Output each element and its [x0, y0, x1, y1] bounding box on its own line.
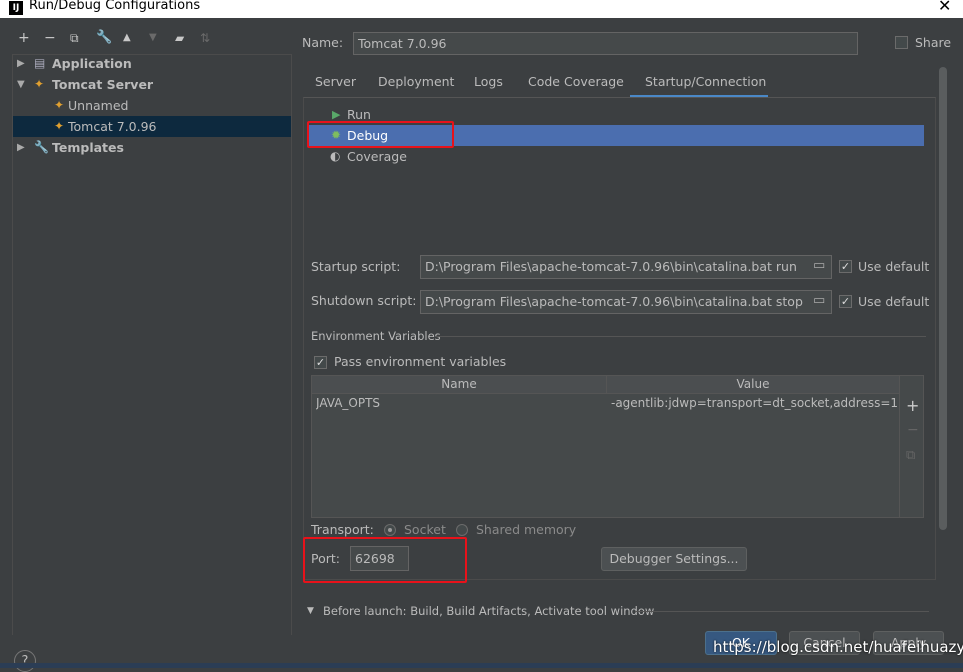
- window-title: Run/Debug Configurations: [29, 0, 201, 13]
- tree-item-label: Tomcat Server: [52, 77, 154, 92]
- shutdown-use-default-label: Use default: [858, 294, 930, 309]
- socket-label: Socket: [404, 522, 446, 537]
- add-icon[interactable]: +: [18, 30, 30, 46]
- env-row-value[interactable]: -agentlib:jdwp=transport=dt_socket,addre…: [611, 396, 898, 410]
- env-table-header: Name Value: [312, 376, 899, 394]
- env-table[interactable]: Name Value JAVA_OPTS -agentlib:jdwp=tran…: [311, 375, 924, 518]
- add-env-icon[interactable]: +: [906, 396, 919, 415]
- mode-label: Coverage: [347, 149, 407, 164]
- startup-script-field[interactable]: D:\Program Files\apache-tomcat-7.0.96\bi…: [420, 255, 832, 279]
- close-icon[interactable]: ✕: [938, 0, 951, 15]
- sort-icon[interactable]: ⇅: [200, 30, 210, 46]
- wrench-icon[interactable]: 🔧: [96, 30, 112, 46]
- copy-env-icon[interactable]: ⧉: [906, 448, 915, 463]
- tree-item-label: Unnamed: [68, 98, 129, 113]
- startup-use-default-label: Use default: [858, 259, 930, 274]
- browse-folder-icon[interactable]: ▭: [813, 258, 825, 273]
- collapse-arrow-icon[interactable]: ▼: [17, 74, 25, 95]
- socket-radio[interactable]: [384, 524, 396, 536]
- pass-env-checkbox[interactable]: ✓: [314, 356, 327, 369]
- tomcat-icon: ✦: [54, 119, 65, 133]
- title-bar: IJ Run/Debug Configurations ✕: [0, 0, 963, 18]
- column-header-value[interactable]: Value: [607, 376, 899, 393]
- tree-item-unnamed[interactable]: ✦ Unnamed: [13, 95, 291, 116]
- tree-item-label: Application: [52, 56, 132, 71]
- tab-server[interactable]: Server: [315, 70, 356, 94]
- section-divider: [436, 336, 926, 337]
- config-sidebar: + − ⧉ 🔧 ▲ ▼ ▰ ⇅ ▶ ▤ Application ▼ ✦ Tomc…: [0, 18, 296, 672]
- move-down-icon[interactable]: ▼: [149, 30, 157, 46]
- scrollbar[interactable]: [939, 67, 947, 530]
- debug-highlight-box: [307, 121, 454, 148]
- tab-deployment[interactable]: Deployment: [378, 70, 454, 94]
- tree-item-application[interactable]: ▶ ▤ Application: [13, 53, 291, 74]
- tree-item-tomcat-server[interactable]: ▼ ✦ Tomcat Server: [13, 74, 291, 95]
- intellij-logo-icon: IJ: [9, 1, 23, 15]
- startup-script-label: Startup script:: [311, 259, 401, 274]
- mode-item-coverage[interactable]: ◐ Coverage: [308, 146, 924, 167]
- tab-logs[interactable]: Logs: [474, 70, 503, 94]
- application-icon: ▤: [34, 56, 46, 70]
- name-field[interactable]: Tomcat 7.0.96: [353, 32, 858, 55]
- move-up-icon[interactable]: ▲: [123, 30, 131, 46]
- pass-env-label: Pass environment variables: [334, 354, 507, 369]
- expand-arrow-icon[interactable]: ▶: [17, 53, 25, 74]
- config-tree: ▶ ▤ Application ▼ ✦ Tomcat Server ✦ Unna…: [12, 54, 292, 635]
- transport-label: Transport:: [311, 522, 374, 537]
- copy-icon[interactable]: ⧉: [70, 30, 79, 46]
- share-checkbox[interactable]: [895, 36, 908, 49]
- watermark: https://blog.csdn.net/huafeihuazyr: [713, 638, 963, 656]
- share-label: Share: [915, 35, 952, 50]
- tab-startup-connection[interactable]: Startup/Connection: [645, 70, 766, 94]
- remove-icon[interactable]: −: [44, 30, 56, 46]
- shutdown-script-field[interactable]: D:\Program Files\apache-tomcat-7.0.96\bi…: [420, 290, 832, 314]
- shutdown-script-label: Shutdown script:: [311, 293, 417, 308]
- expand-arrow-icon[interactable]: ▶: [17, 137, 25, 158]
- help-button[interactable]: ?: [14, 650, 36, 672]
- env-row-name[interactable]: JAVA_OPTS: [316, 396, 601, 410]
- remove-env-icon[interactable]: −: [907, 422, 919, 438]
- tomcat-error-icon: ✦: [54, 98, 65, 112]
- section-divider: [635, 611, 929, 612]
- env-section-label: Environment Variables: [311, 329, 441, 343]
- coverage-icon: ◐: [330, 149, 341, 163]
- shutdown-use-default-checkbox[interactable]: ✓: [839, 295, 852, 308]
- shared-memory-label: Shared memory: [476, 522, 577, 537]
- debugger-settings-button[interactable]: Debugger Settings...: [601, 547, 747, 571]
- browse-folder-icon[interactable]: ▭: [813, 293, 825, 308]
- wrench-icon: 🔧: [34, 140, 49, 154]
- before-launch-label[interactable]: Before launch: Build, Build Artifacts, A…: [323, 604, 654, 618]
- taskbar: [0, 663, 963, 668]
- port-highlight-box: [303, 537, 467, 583]
- collapse-arrow-icon[interactable]: ▼: [307, 606, 314, 616]
- tree-item-templates[interactable]: ▶ 🔧 Templates: [13, 137, 291, 158]
- new-folder-icon[interactable]: ▰: [175, 30, 184, 46]
- tree-item-tomcat-7096[interactable]: ✦ Tomcat 7.0.96: [13, 116, 291, 137]
- tomcat-icon: ✦: [34, 77, 45, 91]
- table-divider: [899, 376, 900, 517]
- tree-item-label: Templates: [52, 140, 124, 155]
- tab-code-coverage[interactable]: Code Coverage: [528, 70, 624, 94]
- tree-item-label: Tomcat 7.0.96: [68, 119, 157, 134]
- shared-memory-radio[interactable]: [456, 524, 468, 536]
- startup-use-default-checkbox[interactable]: ✓: [839, 260, 852, 273]
- column-header-name[interactable]: Name: [312, 376, 607, 393]
- name-label: Name:: [302, 35, 344, 50]
